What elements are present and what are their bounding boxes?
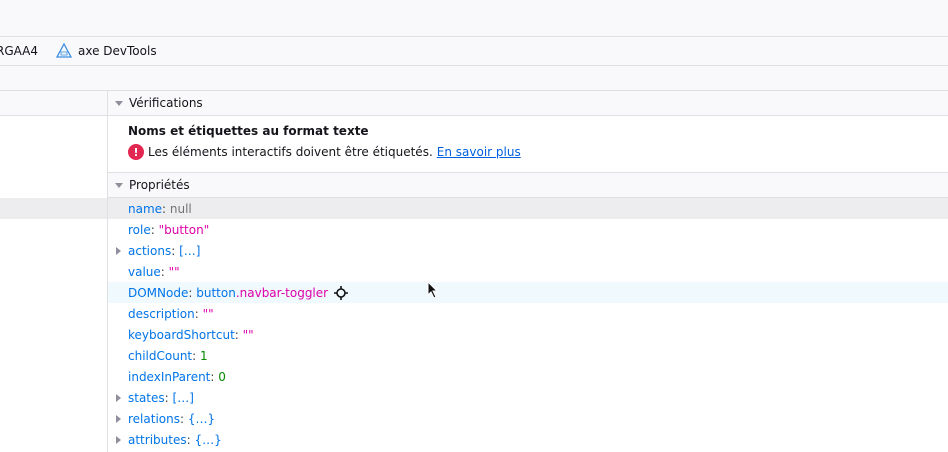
axe-icon (56, 43, 72, 58)
property-row-value[interactable]: value: "" (108, 261, 948, 282)
properties-section-header[interactable]: VérificationsPropriétés (108, 173, 948, 198)
select-element-icon[interactable] (334, 285, 349, 300)
expand-triangle-icon[interactable] (116, 435, 121, 444)
tab-rgaa4[interactable]: RGAA4 (0, 37, 46, 65)
property-value: {…} (187, 411, 216, 426)
property-key: name (128, 201, 163, 216)
property-value: […] (172, 390, 194, 405)
top-bar (0, 0, 948, 37)
property-row-relations[interactable]: relations: {…} (108, 408, 948, 429)
mouse-cursor-icon (427, 281, 439, 299)
property-row-name[interactable]: name: null (108, 198, 948, 219)
error-icon: ! (128, 144, 144, 160)
property-key: actions (128, 243, 172, 258)
filter-bar (0, 66, 948, 91)
expand-triangle-icon[interactable] (116, 246, 121, 255)
property-key: value (128, 264, 161, 279)
property-key: indexInParent (128, 369, 211, 384)
sidebar-panel: Vérifications Noms et étiquettes au form… (108, 91, 948, 452)
property-row-attributes[interactable]: attributes: {…} (108, 429, 948, 450)
property-row-description[interactable]: description: "" (108, 303, 948, 324)
property-value: "button" (158, 222, 210, 237)
colon: : (186, 432, 195, 447)
tree-selected-row[interactable] (0, 198, 107, 219)
tab-axe-devtools[interactable]: axe DevTools (56, 37, 157, 65)
colon: : (188, 285, 197, 300)
expand-triangle-icon[interactable] (116, 393, 121, 402)
colon: : (234, 327, 243, 342)
collapse-triangle-icon (115, 182, 123, 188)
property-value: 0 (218, 369, 226, 384)
colon: : (179, 411, 188, 426)
tab-label: axe DevTools (78, 44, 157, 58)
property-row-role[interactable]: role: "button" (108, 219, 948, 240)
property-value: {…} (194, 432, 222, 447)
property-key: role (128, 222, 151, 237)
property-key: keyboardShortcut (128, 327, 235, 342)
property-row-actions[interactable]: actions: […] (108, 240, 948, 261)
devtools-tabs: RGAA4 axe DevTools (0, 37, 948, 66)
colon: : (162, 201, 170, 216)
dom-node-tag[interactable]: button (196, 286, 236, 300)
property-key: DOMNode (128, 285, 189, 300)
property-row-keyboardShortcut[interactable]: keyboardShortcut: "" (108, 324, 948, 345)
property-row-indexInParent[interactable]: indexInParent: 0 (108, 366, 948, 387)
property-row-DOMNode[interactable]: DOMNode: button .navbar-toggler (108, 282, 948, 303)
property-value: 1 (199, 348, 208, 363)
checks-content: Noms et étiquettes au format texte ! Les … (108, 116, 948, 173)
property-row-states[interactable]: states: […] (108, 387, 948, 408)
section-title: Propriétés (129, 178, 190, 192)
learn-more-link[interactable]: En savoir plus (437, 145, 521, 159)
collapse-triangle-icon (115, 100, 123, 106)
checks-section-header[interactable]: Vérifications (108, 91, 948, 116)
property-key: attributes (128, 432, 187, 447)
property-value: […] (179, 243, 201, 258)
check-message: Les éléments interactifs doivent être ét… (148, 145, 433, 159)
colon: : (171, 243, 180, 258)
colon: : (160, 264, 169, 279)
accessibility-tree (0, 91, 108, 452)
property-value: "" (202, 306, 214, 321)
check-title: Noms et étiquettes au format texte (128, 124, 369, 138)
section-title: Vérifications (129, 96, 203, 110)
property-row-childCount[interactable]: childCount: 1 (108, 345, 948, 366)
tree-header (0, 91, 107, 116)
colon: : (194, 306, 203, 321)
expand-triangle-icon[interactable] (116, 414, 121, 423)
colon: : (150, 222, 159, 237)
property-key: description (128, 306, 195, 321)
property-key: childCount (128, 348, 193, 363)
dom-node-class[interactable]: .navbar-toggler (236, 286, 328, 300)
property-value: "" (168, 264, 180, 279)
tab-label: RGAA4 (0, 44, 39, 58)
colon: : (192, 348, 200, 363)
property-key: states (128, 390, 165, 405)
property-value: "" (242, 327, 254, 342)
colon: : (210, 369, 219, 384)
property-value: null (169, 201, 192, 216)
property-key: relations (128, 411, 180, 426)
colon: : (164, 390, 173, 405)
